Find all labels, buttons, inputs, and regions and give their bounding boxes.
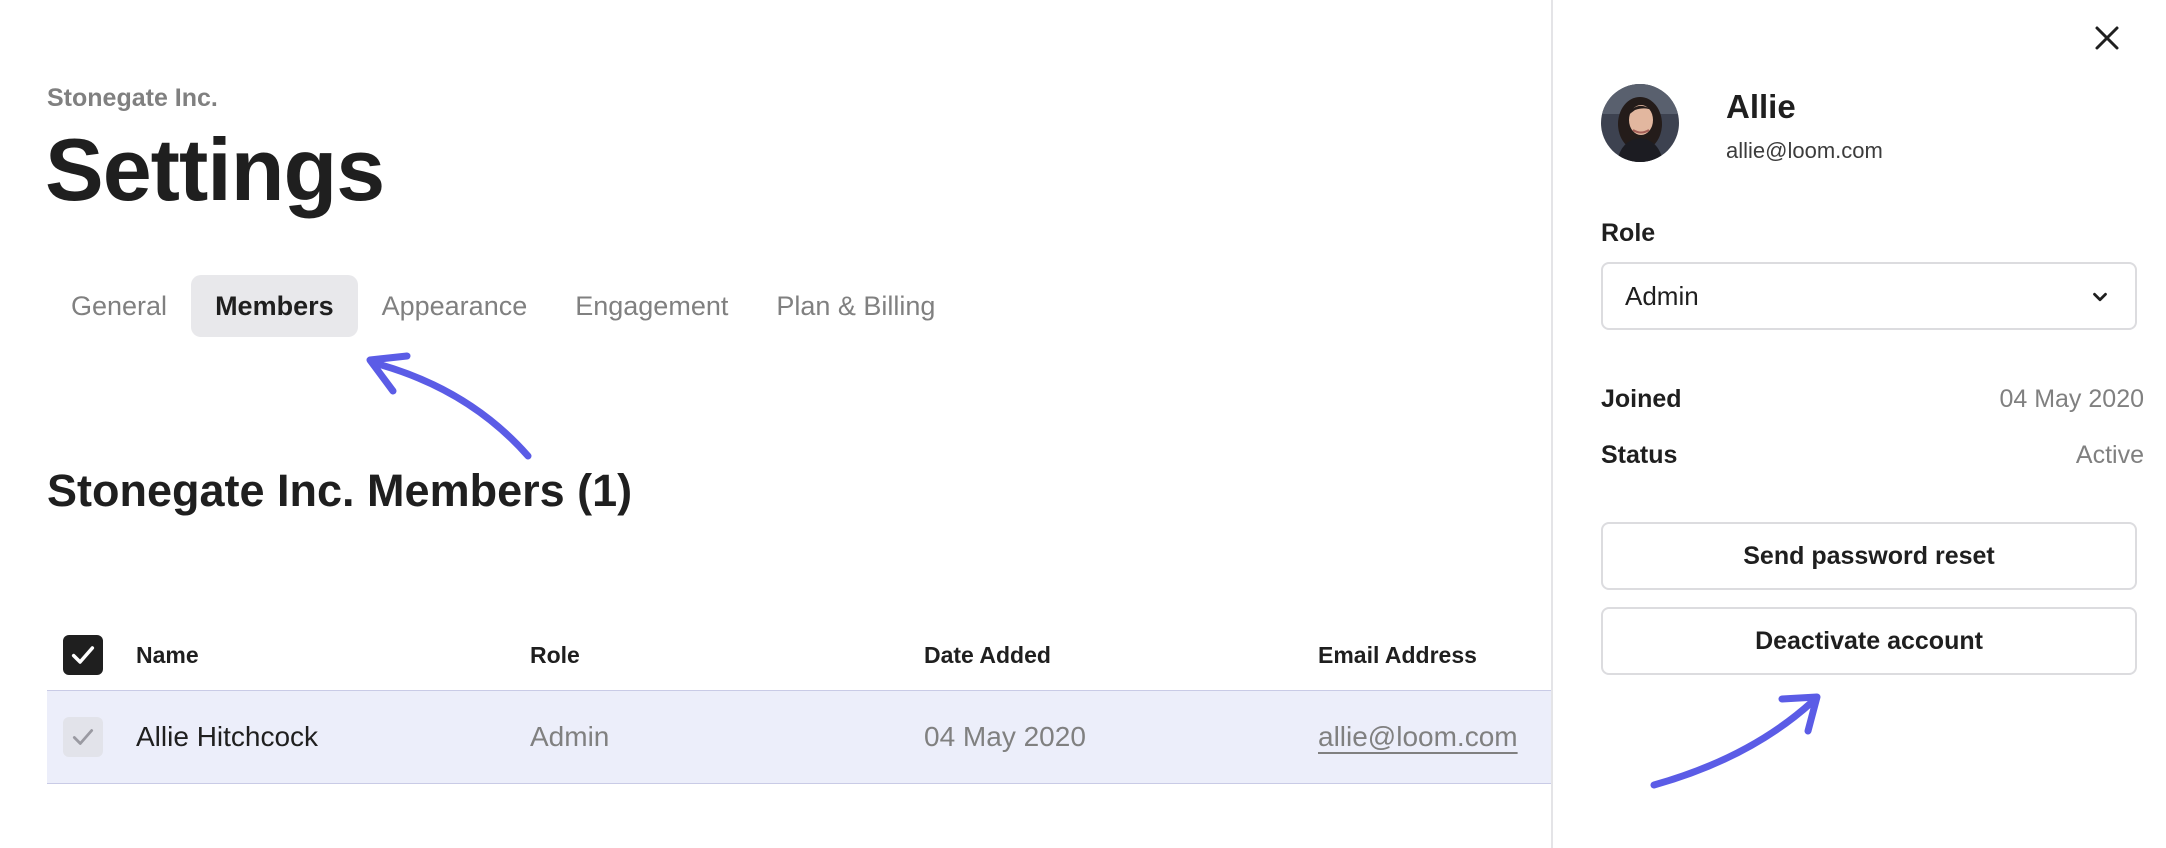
checkmark-icon [71,646,95,664]
table-header: Name Role Date Added Email Address [47,620,1551,690]
member-date-added: 04 May 2020 [924,721,1086,752]
row-checkbox[interactable] [63,717,103,757]
select-all-checkbox[interactable] [63,635,103,675]
column-header-role[interactable]: Role [530,620,580,690]
page-title: Settings [45,120,385,219]
joined-value: 04 May 2020 [1999,385,2144,413]
role-label: Role [1601,219,1656,247]
panel-user-email: allie@loom.com [1726,138,1883,163]
column-header-date-added[interactable]: Date Added [924,620,1051,690]
role-select-value: Admin [1625,280,1699,311]
tab-members[interactable]: Members [191,275,358,337]
settings-tabs: General Members Appearance Engagement Pl… [47,275,959,337]
members-section-title: Stonegate Inc. Members (1) [47,465,633,516]
status-value: Active [2075,441,2144,469]
panel-user-name: Allie [1726,88,1796,125]
close-button[interactable] [2083,14,2131,62]
column-header-name[interactable]: Name [136,620,199,690]
tab-plan-billing[interactable]: Plan & Billing [752,275,959,337]
joined-label: Joined [1601,385,1682,413]
column-header-email[interactable]: Email Address [1318,620,1477,690]
close-icon [2095,26,2119,50]
send-password-reset-button[interactable]: Send password reset [1601,522,2137,590]
deactivate-account-button[interactable]: Deactivate account [1601,607,2137,675]
member-email-link[interactable]: allie@loom.com [1318,691,1518,783]
settings-main: Stonegate Inc. Settings General Members … [0,0,1551,848]
members-table: Name Role Date Added Email Address Allie… [47,620,1551,784]
checkmark-icon [72,729,94,745]
avatar [1601,84,1679,162]
tab-engagement[interactable]: Engagement [551,275,752,337]
tab-general[interactable]: General [47,275,191,337]
select-all-cell [63,620,103,690]
member-name: Allie Hitchcock [136,721,319,752]
table-row[interactable]: Allie Hitchcock Admin 04 May 2020 allie@… [47,690,1551,784]
role-select[interactable]: Admin [1601,262,2137,330]
row-check-cell [63,691,103,783]
chevron-down-icon [2093,292,2107,302]
org-name: Stonegate Inc. [47,84,218,112]
member-role: Admin [530,721,610,752]
member-detail-panel: Allie allie@loom.com Role Admin Joined 0… [1551,0,2166,848]
status-label: Status [1601,441,1678,469]
tab-appearance[interactable]: Appearance [358,275,552,337]
avatar-photo-icon [1601,84,1679,162]
